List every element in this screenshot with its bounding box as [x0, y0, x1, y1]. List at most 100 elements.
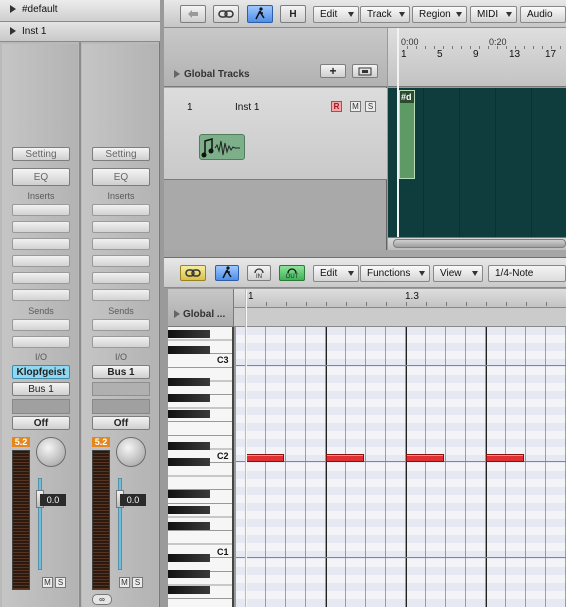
setting-button[interactable]: Setting — [92, 147, 150, 161]
disclosure-triangle-icon — [174, 310, 180, 319]
piano-keyboard[interactable]: C3 C2 C1 — [168, 327, 234, 607]
black-key[interactable] — [168, 570, 210, 578]
solo-button[interactable]: S — [55, 577, 66, 588]
midi-in-button[interactable]: IN — [247, 265, 271, 281]
inspector-folder-header[interactable]: #default — [0, 0, 160, 22]
setting-button[interactable]: Setting — [12, 147, 70, 161]
input-slot[interactable]: Klopfgeist — [12, 365, 70, 379]
input-slot[interactable]: Bus 1 — [92, 365, 150, 379]
black-key[interactable] — [168, 554, 210, 562]
black-key[interactable] — [168, 346, 210, 354]
dropdown-arrow-icon — [472, 271, 478, 276]
midi-note[interactable] — [326, 454, 364, 462]
insert-slot[interactable] — [12, 255, 70, 267]
track-name[interactable]: Inst 1 — [235, 102, 259, 113]
pr-global-lane — [234, 308, 566, 327]
black-key[interactable] — [168, 586, 210, 594]
piano-roll-grid[interactable] — [236, 327, 566, 607]
link-button[interactable] — [213, 5, 239, 23]
link-button[interactable] — [180, 265, 206, 281]
record-enable-button[interactable]: R — [331, 101, 342, 112]
insert-slot[interactable] — [92, 289, 150, 301]
inspector-track-header[interactable]: Inst 1 — [0, 22, 160, 42]
black-key[interactable] — [168, 410, 210, 418]
volume-readout: 0.0 — [40, 494, 66, 506]
mute-button[interactable]: M — [42, 577, 53, 588]
insert-slot[interactable] — [92, 221, 150, 233]
pr-global-tracks[interactable] — [168, 289, 234, 327]
midi-note[interactable] — [486, 454, 524, 462]
pan-knob[interactable] — [116, 437, 146, 467]
dropdown-arrow-icon — [348, 12, 354, 17]
catch-button[interactable] — [247, 5, 273, 23]
catch-button[interactable] — [215, 265, 239, 281]
insert-slot[interactable] — [92, 238, 150, 250]
dropdown-arrow-icon — [456, 12, 462, 17]
folder-track-button[interactable] — [352, 64, 378, 78]
insert-slot[interactable] — [12, 289, 70, 301]
insert-slot[interactable] — [12, 238, 70, 250]
midi-menu[interactable]: MIDI — [470, 6, 517, 23]
disclosure-triangle-icon[interactable] — [10, 5, 16, 14]
automation-mode-button[interactable]: Off — [12, 416, 70, 430]
insert-slot[interactable] — [92, 255, 150, 267]
insert-slot[interactable] — [92, 204, 150, 216]
pan-knob[interactable] — [36, 437, 66, 467]
quantize-menu[interactable]: 1/4-Note — [488, 265, 566, 282]
black-key[interactable] — [168, 506, 210, 514]
mute-button[interactable]: M — [119, 577, 130, 588]
black-key[interactable] — [168, 378, 210, 386]
inspector-track-name: Inst 1 — [22, 26, 47, 37]
eq-button[interactable]: EQ — [92, 168, 150, 186]
black-key[interactable] — [168, 394, 210, 402]
pr-global-tracks-toggle[interactable]: Global ... — [174, 309, 225, 320]
midi-out-button[interactable]: OUT — [279, 265, 305, 281]
insert-slot[interactable] — [12, 221, 70, 233]
link-icon — [218, 10, 234, 18]
dropdown-arrow-icon — [506, 12, 512, 17]
region-menu[interactable]: Region — [412, 6, 467, 23]
output-slot[interactable]: Bus 1 — [12, 382, 70, 396]
group-slot[interactable] — [12, 399, 70, 414]
insert-slot[interactable] — [12, 204, 70, 216]
solo-button[interactable]: S — [132, 577, 143, 588]
global-tracks-toggle[interactable]: Global Tracks — [174, 69, 250, 80]
playhead[interactable] — [397, 28, 399, 237]
pr-edit-menu[interactable]: Edit — [313, 265, 359, 282]
black-key[interactable] — [168, 442, 210, 450]
group-slot[interactable] — [92, 399, 150, 414]
inserts-label: Inserts — [27, 191, 55, 201]
insert-slot[interactable] — [12, 272, 70, 284]
output-slot[interactable] — [92, 382, 150, 396]
pr-playhead[interactable] — [245, 289, 247, 607]
view-menu[interactable]: View — [433, 265, 483, 282]
edit-menu[interactable]: Edit — [313, 6, 359, 23]
send-slot[interactable] — [92, 336, 150, 348]
midi-region[interactable]: #d — [399, 90, 415, 179]
track-mute-button[interactable]: M — [350, 101, 361, 112]
eq-button[interactable]: EQ — [12, 168, 70, 186]
track-solo-button[interactable]: S — [365, 101, 376, 112]
link-icon[interactable]: ∞ — [92, 594, 112, 605]
disclosure-triangle-icon[interactable] — [10, 27, 16, 36]
black-key[interactable] — [168, 458, 210, 466]
black-key[interactable] — [168, 522, 210, 530]
hide-button[interactable]: H — [280, 5, 306, 23]
midi-note[interactable] — [246, 454, 284, 462]
automation-mode-button[interactable]: Off — [92, 416, 150, 430]
arrange-scroll-thumb[interactable] — [393, 239, 566, 248]
track-menu[interactable]: Track — [360, 6, 410, 23]
send-slot[interactable] — [12, 319, 70, 331]
functions-menu[interactable]: Functions — [360, 265, 430, 282]
black-key[interactable] — [168, 330, 210, 338]
send-slot[interactable] — [92, 319, 150, 331]
black-key[interactable] — [168, 490, 210, 498]
send-slot[interactable] — [12, 336, 70, 348]
midi-note[interactable] — [406, 454, 444, 462]
peak-display: 5.2 — [12, 437, 30, 447]
add-track-button[interactable]: + — [320, 64, 346, 78]
back-button[interactable] — [180, 5, 206, 23]
pane-divider[interactable] — [164, 250, 566, 258]
audio-menu[interactable]: Audio — [520, 6, 566, 23]
insert-slot[interactable] — [92, 272, 150, 284]
